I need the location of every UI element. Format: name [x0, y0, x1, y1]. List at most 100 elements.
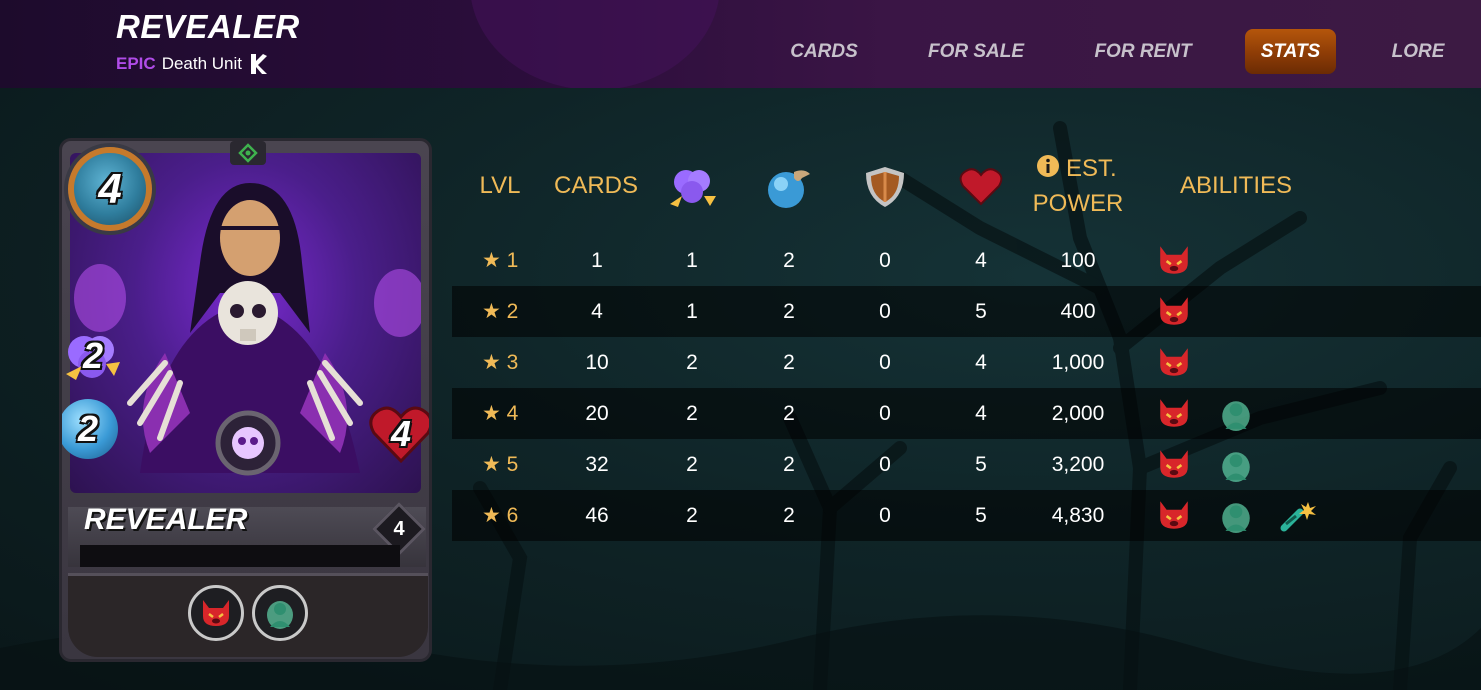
- table-row: ★ 6 46 2 2 0 5 4,830: [452, 490, 1481, 541]
- magic-cell: 1: [686, 249, 698, 272]
- health-icon: [959, 168, 1003, 206]
- level-value: 4: [506, 402, 519, 425]
- health-cell: 4: [975, 351, 987, 374]
- card-health-stat: 4: [368, 403, 429, 465]
- armor-cell: 0: [879, 453, 891, 476]
- armor-cell: 0: [879, 402, 891, 425]
- armor-cell: 0: [879, 300, 891, 323]
- demoralize-icon[interactable]: [1156, 243, 1192, 279]
- health-cell: 4: [975, 249, 987, 272]
- power-cell: 100: [1060, 249, 1096, 272]
- reveal-icon: [267, 601, 293, 629]
- info-icon[interactable]: [1036, 154, 1060, 178]
- card-ability-demoralize: [188, 585, 244, 641]
- header-cards: CARDS: [553, 172, 638, 199]
- power-cell: 3,200: [1051, 453, 1105, 476]
- nav-stats[interactable]: STATS: [1245, 29, 1336, 74]
- cards-cell: 10: [585, 351, 609, 374]
- magic-cell: 2: [686, 504, 698, 527]
- demoralize-icon[interactable]: [1156, 447, 1192, 483]
- card-image: 4 2 2 4 REVEALER 4: [59, 138, 432, 662]
- card-ability-reveal: [252, 585, 308, 641]
- level-cell: ★ 4: [482, 388, 542, 439]
- card-magic-value: 2: [82, 335, 104, 376]
- health-cell: 4: [975, 402, 987, 425]
- edition-icon: [251, 54, 268, 74]
- nav-cards[interactable]: CARDS: [778, 29, 870, 74]
- table-row: ★ 4 20 2 2 0 4 2,000: [452, 388, 1481, 439]
- header-abilities: ABILITIES: [1179, 172, 1293, 199]
- cards-cell: 32: [585, 453, 609, 476]
- level-cell: ★ 5: [482, 439, 542, 490]
- mana-badge: 4: [68, 147, 152, 231]
- star-icon: ★: [482, 453, 507, 476]
- speed-cell: 2: [783, 300, 795, 323]
- header-power-line1: EST.: [1066, 155, 1117, 182]
- magic-cell: 2: [686, 402, 698, 425]
- power-cell: 400: [1060, 300, 1096, 323]
- cards-cell: 4: [591, 300, 603, 323]
- cards-cell: 46: [585, 504, 609, 527]
- speed-cell: 2: [783, 504, 795, 527]
- reveal-icon[interactable]: [1218, 447, 1254, 483]
- level-cell: ★ 3: [482, 337, 542, 388]
- speed-cell: 2: [783, 351, 795, 374]
- magic-cell: 2: [686, 453, 698, 476]
- level-cell: ★ 6: [482, 490, 542, 541]
- top-bar: REVEALER EPIC Death Unit CARDS FOR SALE …: [0, 0, 1481, 88]
- table-row: ★ 3 10 2 2 0 4 1,000: [452, 337, 1481, 388]
- level-value: 2: [506, 300, 519, 323]
- level-value: 3: [506, 351, 519, 374]
- card-description-strip: [80, 545, 400, 567]
- armor-cell: 0: [879, 249, 891, 272]
- health-cell: 5: [975, 504, 987, 527]
- cards-cell: 1: [591, 249, 603, 272]
- power-cell: 2,000: [1051, 402, 1105, 425]
- card-name: REVEALER: [84, 503, 248, 536]
- card-speed-stat: 2: [62, 399, 118, 459]
- nav-for-sale[interactable]: FOR SALE: [920, 29, 1032, 74]
- demoralize-icon[interactable]: [1156, 396, 1192, 432]
- level-cell: ★ 1: [482, 235, 542, 286]
- level-value: 5: [506, 453, 519, 476]
- level-value: 6: [506, 504, 519, 527]
- blast-icon[interactable]: [1280, 498, 1316, 534]
- star-icon: ★: [482, 249, 507, 272]
- reveal-icon[interactable]: [1218, 396, 1254, 432]
- card-abilities-panel: [68, 573, 428, 657]
- magic-cell: 2: [686, 351, 698, 374]
- magic-cell: 1: [686, 300, 698, 323]
- unit-type-label: Death Unit: [161, 54, 243, 73]
- star-icon: ★: [482, 402, 507, 425]
- nav-for-rent[interactable]: FOR RENT: [1086, 29, 1200, 74]
- magic-icon: [670, 170, 716, 207]
- card-mana-value: 4: [98, 165, 122, 212]
- armor-cell: 0: [879, 351, 891, 374]
- rarity-label: EPIC: [116, 54, 156, 73]
- star-icon: ★: [482, 504, 507, 527]
- demoralize-icon: [203, 600, 229, 626]
- nav-lore[interactable]: LORE: [1384, 29, 1452, 74]
- card-speed-value: 2: [77, 408, 99, 449]
- armor-cell: 0: [879, 504, 891, 527]
- level-cell: ★ 2: [482, 286, 542, 337]
- table-row: ★ 2 4 1 2 0 5 400: [452, 286, 1481, 337]
- card-magic-stat: 2: [62, 326, 124, 386]
- header-moon-decoration: [470, 0, 720, 88]
- cards-cell: 20: [585, 402, 609, 425]
- demoralize-icon[interactable]: [1156, 498, 1192, 534]
- demoralize-icon[interactable]: [1156, 294, 1192, 330]
- table-row: ★ 5 32 2 2 0 5 3,200: [452, 439, 1481, 490]
- speed-cell: 2: [783, 402, 795, 425]
- health-cell: 5: [975, 300, 987, 323]
- health-cell: 5: [975, 453, 987, 476]
- speed-icon: [768, 170, 810, 208]
- star-icon: ★: [482, 300, 507, 323]
- demoralize-icon[interactable]: [1156, 345, 1192, 381]
- level-value: 1: [506, 249, 519, 272]
- card-subtitle: EPIC Death Unit: [116, 52, 268, 76]
- speed-cell: 2: [783, 249, 795, 272]
- page-title: REVEALER: [116, 8, 300, 45]
- reveal-icon[interactable]: [1218, 498, 1254, 534]
- power-cell: 4,830: [1051, 504, 1105, 527]
